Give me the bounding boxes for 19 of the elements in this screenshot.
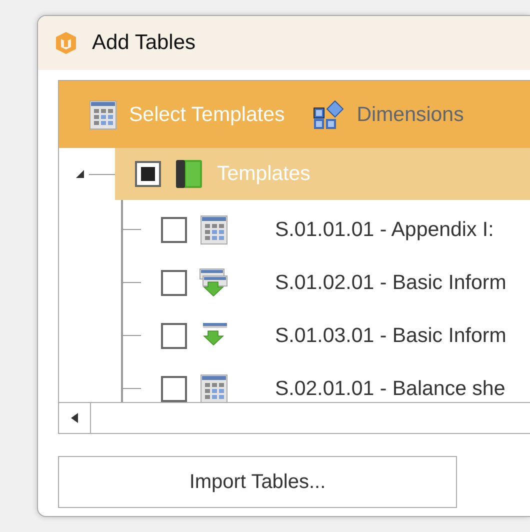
- checkbox[interactable]: [161, 376, 187, 402]
- book-icon: [175, 159, 203, 189]
- table-icon: [200, 214, 228, 244]
- checkbox[interactable]: [161, 216, 187, 242]
- checkbox[interactable]: [161, 322, 187, 348]
- checkbox[interactable]: [161, 270, 187, 296]
- table-icon: [89, 100, 117, 130]
- checkbox[interactable]: [135, 161, 161, 187]
- window-title: Add Tables: [92, 31, 196, 55]
- table-name[interactable]: S.01.02.01 - Basic Inform: [275, 270, 506, 294]
- caret-left-icon: [70, 413, 78, 423]
- table-name[interactable]: S.02.01.01 - Balance she: [275, 376, 506, 400]
- table-name[interactable]: S.01.01.01 - Appendix I:: [275, 218, 494, 242]
- import-tables-button[interactable]: Import Tables...: [58, 456, 457, 508]
- squares-diamond-icon: [312, 100, 345, 130]
- table-arrow-icon: [199, 268, 229, 298]
- cube-logo-icon: [54, 31, 78, 55]
- expand-arrow-icon[interactable]: [75, 169, 85, 179]
- table-name[interactable]: S.01.03.01 - Basic Inform: [275, 324, 506, 348]
